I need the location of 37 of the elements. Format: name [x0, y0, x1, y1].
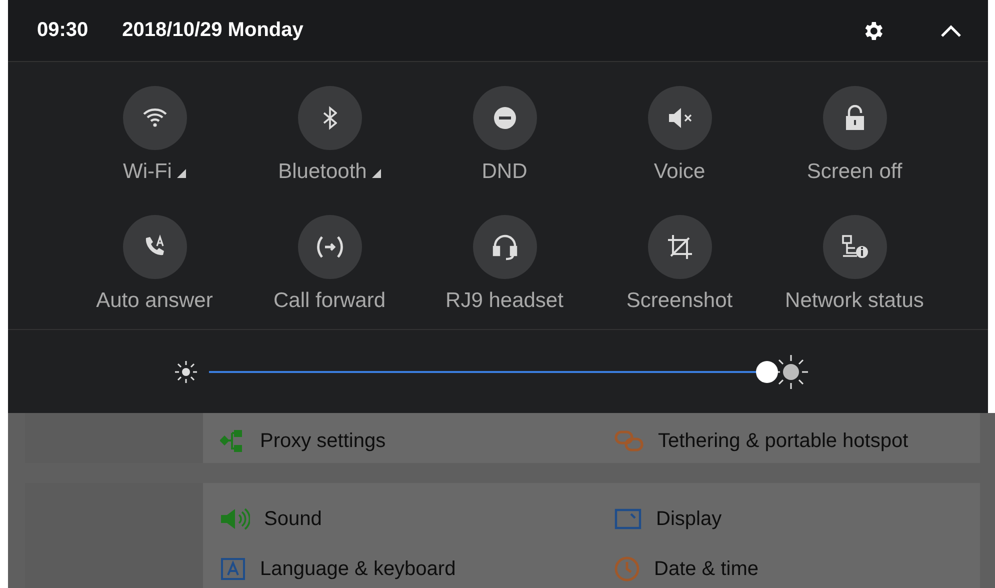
dropdown-corner-icon[interactable] — [176, 169, 186, 178]
toggle-label: Network status — [785, 288, 924, 312]
toggle-label: Call forward — [273, 288, 386, 312]
settings-item[interactable]: Proxy settings — [260, 430, 386, 452]
display-icon — [614, 508, 642, 530]
headset-icon — [492, 232, 518, 260]
toggle-label: Wi-Fi — [123, 160, 172, 184]
toggle-label: Screen off — [806, 160, 902, 184]
slider-thumb[interactable] — [756, 360, 778, 382]
clock-time: 09:30 — [37, 19, 88, 42]
dropdown-corner-icon[interactable] — [372, 169, 381, 178]
chain-link-icon — [614, 430, 644, 452]
brightness-low-icon — [173, 358, 199, 384]
toggle-label: DND — [482, 160, 528, 184]
unlocked-padlock-icon — [844, 105, 866, 131]
toggle-label: Bluetooth — [278, 160, 367, 184]
toggle-label: Voice — [654, 160, 706, 184]
collapse-caret-icon[interactable] — [940, 24, 962, 38]
crop-icon — [666, 234, 692, 260]
speaker-muted-icon — [666, 107, 692, 129]
toggle-label: Auto answer — [96, 288, 213, 312]
settings-item[interactable]: Display — [656, 508, 722, 530]
settings-item[interactable]: Date & time — [654, 558, 758, 580]
clock-icon — [614, 556, 640, 582]
call-forward-icon — [316, 234, 344, 258]
settings-item[interactable]: Language & keyboard — [260, 558, 456, 580]
settings-item[interactable]: Sound — [264, 508, 322, 530]
bluetooth-icon — [322, 106, 336, 130]
toggle-label: Screenshot — [626, 288, 733, 312]
settings-item[interactable]: Tethering & portable hotspot — [658, 430, 908, 452]
wifi-icon — [142, 107, 168, 129]
minus-circle-icon — [492, 106, 516, 130]
date-text: 2018/10/29 Monday — [122, 19, 304, 42]
toggle-label: RJ9 headset — [446, 288, 564, 312]
speaker-icon — [220, 507, 250, 531]
letter-a-key-icon — [220, 557, 246, 581]
network-info-icon — [840, 234, 868, 260]
